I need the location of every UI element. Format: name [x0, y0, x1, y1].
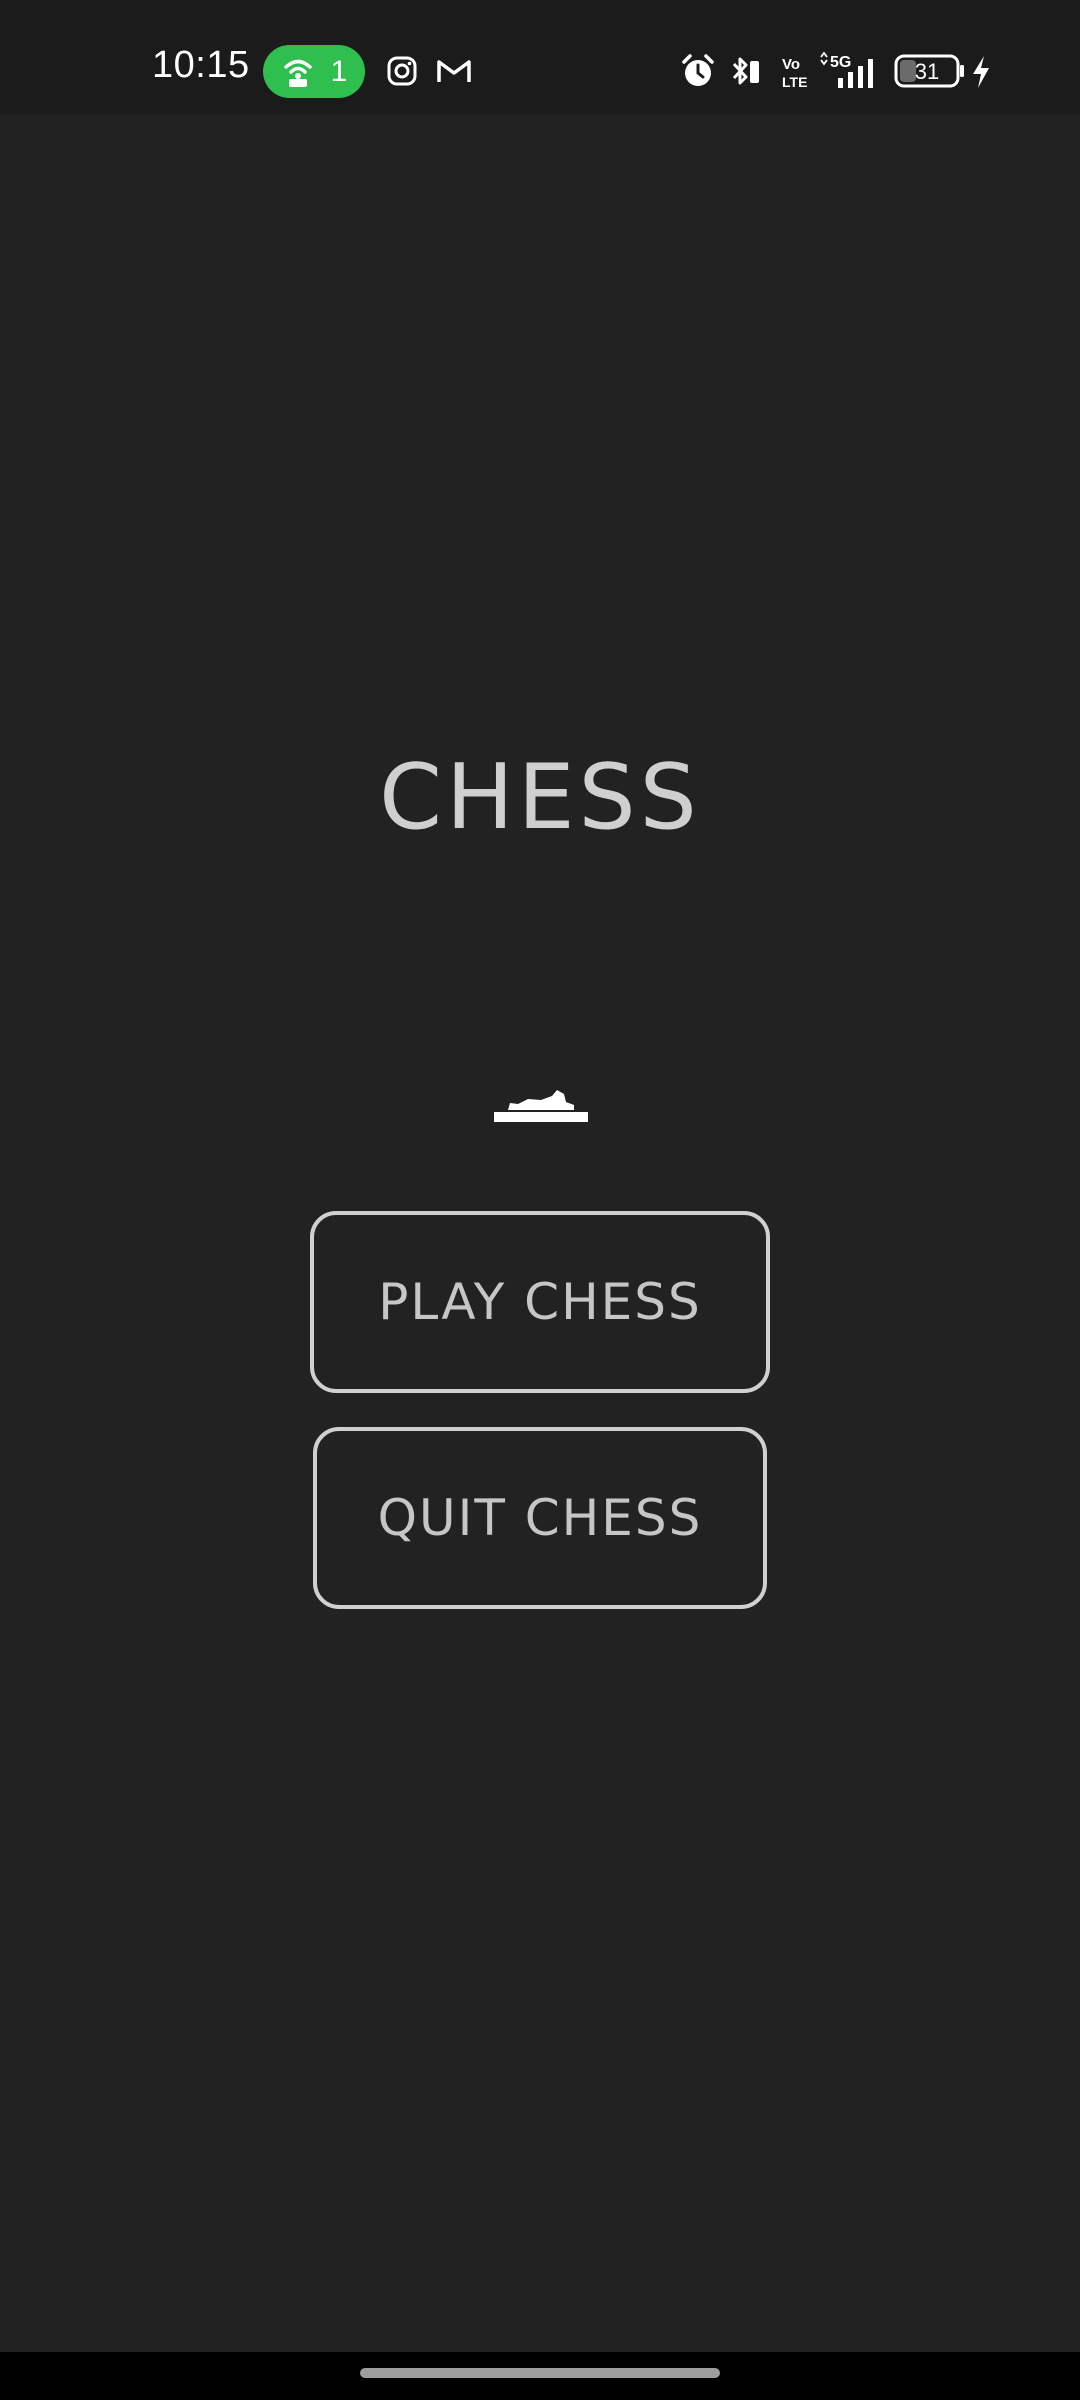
gmail-icon [437, 60, 471, 82]
hotspot-indicator[interactable]: 1 [263, 45, 365, 98]
battery-icon: 31 [894, 54, 964, 88]
bluetooth-icon [732, 57, 759, 85]
instagram-icon [387, 56, 417, 86]
page-title: CHESS [379, 745, 701, 850]
home-indicator[interactable] [360, 2368, 720, 2378]
hotspot-icon [283, 59, 312, 87]
svg-text:LTE: LTE [782, 74, 807, 90]
hotspot-count: 1 [330, 54, 348, 88]
navigation-bar [0, 2352, 1080, 2400]
chess-piece-icon [494, 1090, 588, 1122]
svg-text:31: 31 [915, 59, 939, 84]
play-chess-button[interactable]: PLAY CHESS [310, 1211, 770, 1393]
status-time: 10:15 [152, 44, 250, 86]
svg-text:5G: 5G [830, 54, 851, 71]
quit-chess-button[interactable]: QUIT CHESS [313, 1427, 767, 1609]
alarm-icon [682, 54, 714, 86]
app-screen: 10:15 1 Vo LTE 5G 31 CHESS PLAY CHESS QU… [0, 0, 1080, 2400]
charging-icon [973, 56, 989, 88]
volte-icon: Vo LTE [782, 56, 807, 90]
signal-icon: 5G [820, 51, 873, 88]
svg-text:Vo: Vo [782, 56, 800, 73]
status-bar: 10:15 1 Vo LTE 5G 31 [0, 0, 1080, 114]
